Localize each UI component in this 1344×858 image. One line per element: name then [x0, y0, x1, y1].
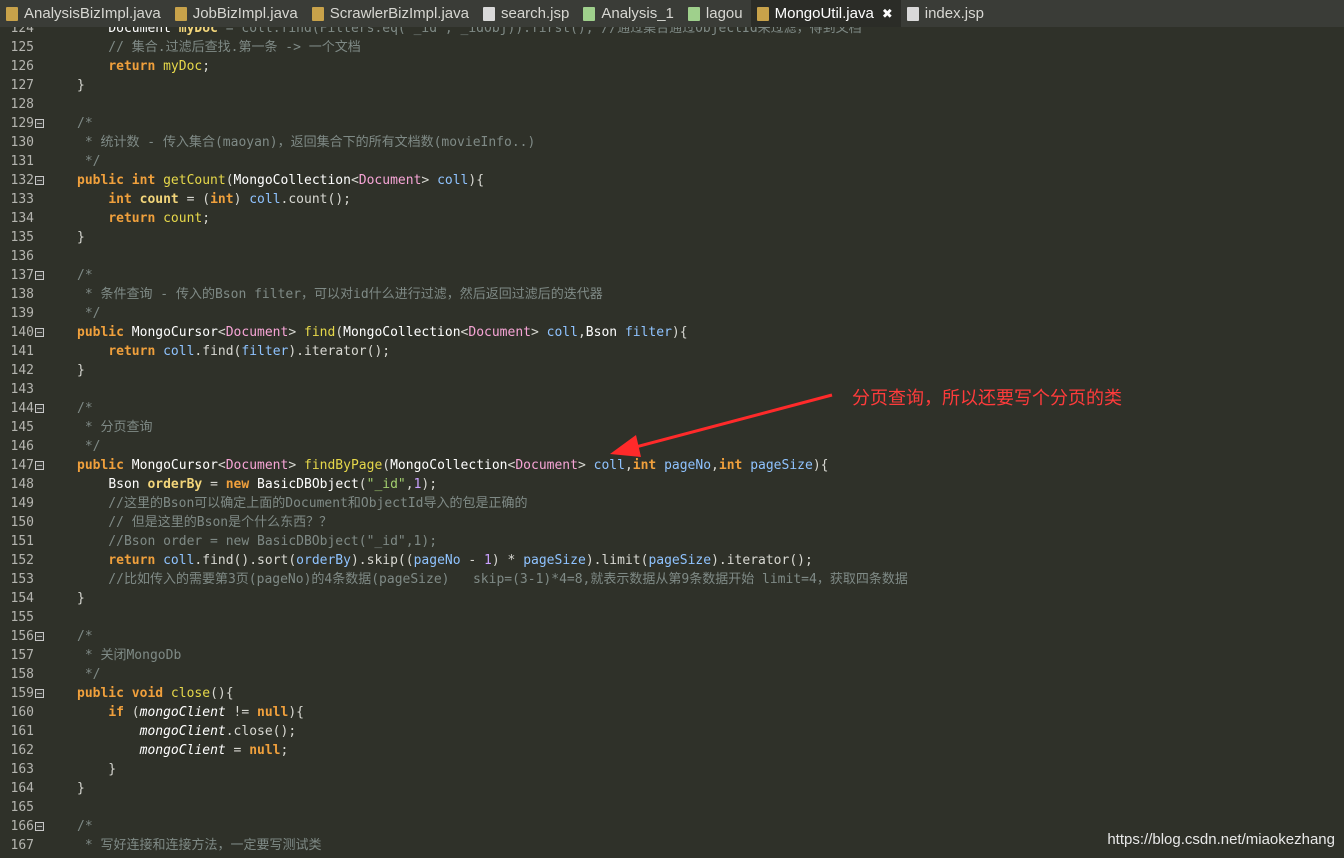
editor-tab[interactable]: index.jsp [901, 0, 992, 27]
tab-label: JobBizImpl.java [192, 5, 298, 22]
java-file-icon [311, 6, 324, 21]
tab-label: lagou [705, 5, 743, 22]
java-file-icon [174, 6, 187, 21]
editor-tab[interactable]: search.jsp [477, 0, 577, 27]
jsp-file-icon [482, 6, 495, 21]
editor-tab[interactable]: Analysis_1 [577, 0, 682, 27]
run-config-icon [583, 6, 596, 21]
close-tab-icon[interactable]: ✖ [882, 6, 893, 22]
tab-label: Analysis_1 [601, 5, 674, 22]
java-file-icon [756, 6, 769, 21]
editor-tab[interactable]: JobBizImpl.java [169, 0, 306, 27]
annotation-arrow [610, 393, 833, 457]
editor-tab-bar: AnalysisBizImpl.java JobBizImpl.java Scraw… [0, 0, 1344, 28]
watermark-url: https://blog.csdn.net/miaokezhang [1107, 831, 1335, 848]
jsp-file-icon [906, 6, 919, 21]
tab-label: search.jsp [500, 5, 570, 22]
editor-tab[interactable]: AnalysisBizImpl.java [0, 0, 169, 27]
run-config-icon [687, 6, 700, 21]
code-editor[interactable]: 167 * 写好连接和连接方法，一定要写测试类 166−/* 165 164} 163 … [0, 27, 1344, 858]
java-file-icon [6, 6, 18, 21]
annotation-text: 分页查询，所以还要写个分页的类 [852, 388, 1122, 409]
tab-label: ScrawlerBizImpl.java [329, 5, 469, 22]
editor-tab[interactable]: lagou [682, 0, 751, 27]
tab-label: AnalysisBizImpl.java [24, 5, 161, 22]
tab-label: MongoUtil.java [774, 5, 874, 22]
tab-label: index.jsp [924, 5, 984, 22]
editor-tab[interactable]: MongoUtil.java ✖ [750, 0, 901, 27]
editor-tab[interactable]: ScrawlerBizImpl.java [306, 0, 477, 27]
